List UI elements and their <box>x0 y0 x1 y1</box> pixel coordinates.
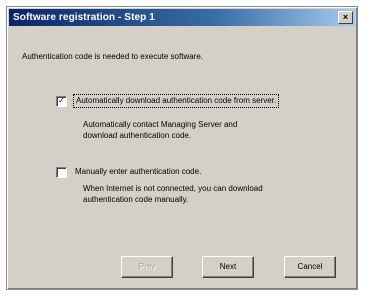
intro-text: Authentication code is needed to execute… <box>22 52 204 61</box>
cancel-button[interactable]: Cancel <box>284 256 336 278</box>
title-bar: Software registration - Step 1 × <box>9 9 355 26</box>
description-line: When Internet is not connected, you can … <box>83 184 263 193</box>
manual-entry-checkbox[interactable] <box>56 166 67 178</box>
dialog-title: Software registration - Step 1 <box>13 12 155 23</box>
auto-download-description: Automatically contact Managing Server an… <box>83 119 313 141</box>
auto-download-checkbox[interactable]: ✓ <box>56 95 67 107</box>
manual-entry-description: When Internet is not connected, you can … <box>83 183 323 205</box>
registration-dialog: Software registration - Step 1 × <box>6 6 358 290</box>
back-button[interactable]: Prev <box>121 256 173 278</box>
close-icon: × <box>342 12 349 22</box>
next-button[interactable]: Next <box>202 256 254 278</box>
description-line: Automatically contact Managing Server an… <box>83 120 238 129</box>
description-line: download authentication code. <box>83 131 192 140</box>
checkmark-icon: ✓ <box>58 96 65 105</box>
manual-entry-option[interactable]: Manually enter authentication code. <box>56 166 203 178</box>
auto-download-label[interactable]: Automatically download authentication co… <box>73 94 280 108</box>
description-line: authentication code manually. <box>83 195 189 204</box>
close-button[interactable]: × <box>338 11 353 24</box>
auto-download-option[interactable]: ✓ Automatically download authentication … <box>56 94 280 108</box>
manual-entry-label[interactable]: Manually enter authentication code. <box>73 166 203 178</box>
